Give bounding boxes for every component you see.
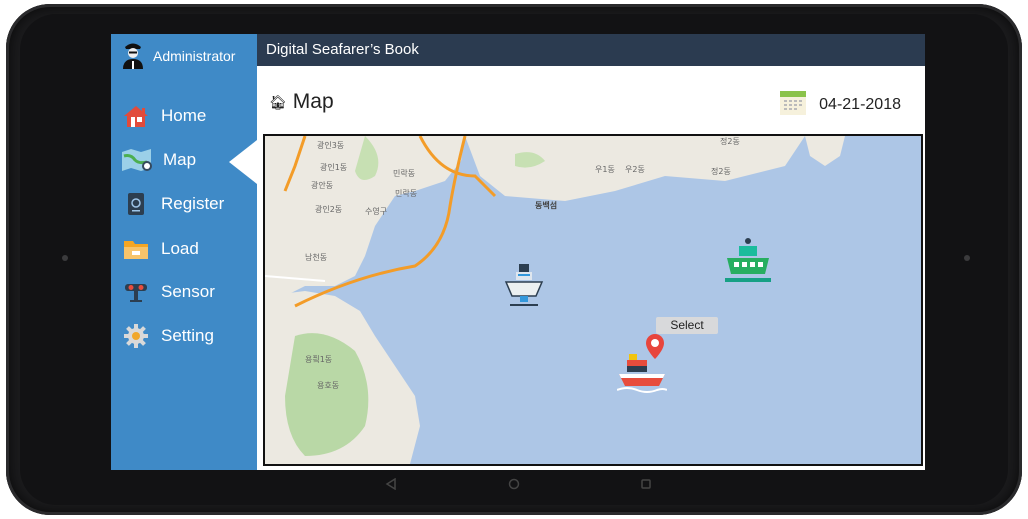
sidebar-item-setting[interactable]: Setting bbox=[111, 316, 257, 356]
map-place-label: 수영구 bbox=[365, 206, 387, 216]
sidebar-item-label: Sensor bbox=[161, 282, 215, 301]
sidebar-item-register[interactable]: Register bbox=[111, 184, 257, 224]
map-place-label: 광인1동 bbox=[320, 162, 347, 172]
date-display[interactable]: 04-21-2018 bbox=[779, 88, 901, 121]
sensor-dot bbox=[964, 255, 970, 261]
map-view[interactable]: 광인3동 광인1동 광안동 광인2동 수영구 민락동 민락동 우1동 우2동 정… bbox=[263, 134, 923, 466]
calendar-icon bbox=[779, 88, 807, 121]
current-date: 04-21-2018 bbox=[819, 95, 901, 113]
ship-icon-cargo[interactable] bbox=[502, 264, 546, 310]
back-icon[interactable] bbox=[383, 476, 399, 492]
ship-icon-selected[interactable] bbox=[617, 352, 667, 394]
map-place-label: 용호동 bbox=[317, 381, 339, 390]
sidebar-item-label: Home bbox=[161, 106, 207, 125]
home-icon bbox=[123, 103, 149, 129]
app-title: Digital Seafarer’s Book bbox=[266, 41, 419, 58]
app-screen: Administrator Home Map Register Load Sen… bbox=[111, 34, 925, 470]
map-canvas: 광인3동 광인1동 광안동 광인2동 수영구 민락동 민락동 우1동 우2동 정… bbox=[265, 136, 921, 464]
page-title: Map bbox=[292, 90, 334, 113]
map-place-label: 정2동 bbox=[711, 166, 731, 176]
map-place-label: 광안동 bbox=[311, 180, 333, 190]
android-nav-bar bbox=[111, 470, 925, 498]
user-name: Administrator bbox=[153, 48, 236, 64]
map-place-label: 정2동 bbox=[720, 136, 740, 146]
page-title-group: 🏠︎ Map bbox=[269, 90, 334, 114]
sidebar-item-sensor[interactable]: Sensor bbox=[111, 272, 257, 312]
app-title-bar: Digital Seafarer’s Book bbox=[257, 34, 925, 66]
map-icon bbox=[121, 147, 155, 173]
map-place-label: 우1동 bbox=[595, 165, 615, 174]
map-place-label: 남천동 bbox=[305, 252, 327, 262]
sidebar-item-label: Register bbox=[161, 194, 225, 213]
sidebar-item-label: Setting bbox=[161, 326, 214, 345]
select-button[interactable]: Select bbox=[656, 317, 718, 334]
map-place-label: 광인3동 bbox=[317, 140, 344, 150]
map-place-label: 용픸1동 bbox=[305, 355, 332, 364]
passport-icon bbox=[123, 191, 149, 217]
sidebar: Administrator Home Map Register Load Sen… bbox=[111, 34, 257, 470]
recent-apps-icon[interactable] bbox=[638, 476, 654, 492]
camera-dot bbox=[62, 255, 68, 261]
home-circle-icon[interactable] bbox=[506, 476, 522, 492]
user-header[interactable]: Administrator bbox=[111, 34, 257, 78]
map-place-label: 동백섬 bbox=[535, 200, 557, 210]
captain-avatar-icon bbox=[121, 39, 145, 74]
home-small-icon: 🏠︎ bbox=[269, 93, 287, 110]
sidebar-item-home[interactable]: Home bbox=[111, 96, 257, 136]
map-place-label: 광인2동 bbox=[315, 204, 342, 214]
page-header: 🏠︎ Map 04-21-2018 bbox=[257, 66, 925, 132]
sidebar-item-label: Load bbox=[161, 239, 199, 258]
sidebar-item-load[interactable]: Load bbox=[111, 229, 257, 269]
selected-indicator bbox=[229, 140, 257, 184]
sensor-icon bbox=[123, 279, 149, 305]
folder-icon bbox=[123, 236, 149, 262]
map-place-label: 우2동 bbox=[625, 165, 645, 174]
gear-icon bbox=[123, 323, 149, 349]
map-place-label: 민락동 bbox=[395, 188, 417, 198]
map-place-label: 민락동 bbox=[393, 168, 415, 178]
sidebar-item-label: Map bbox=[163, 150, 197, 169]
ship-icon-ferry[interactable] bbox=[721, 238, 775, 290]
